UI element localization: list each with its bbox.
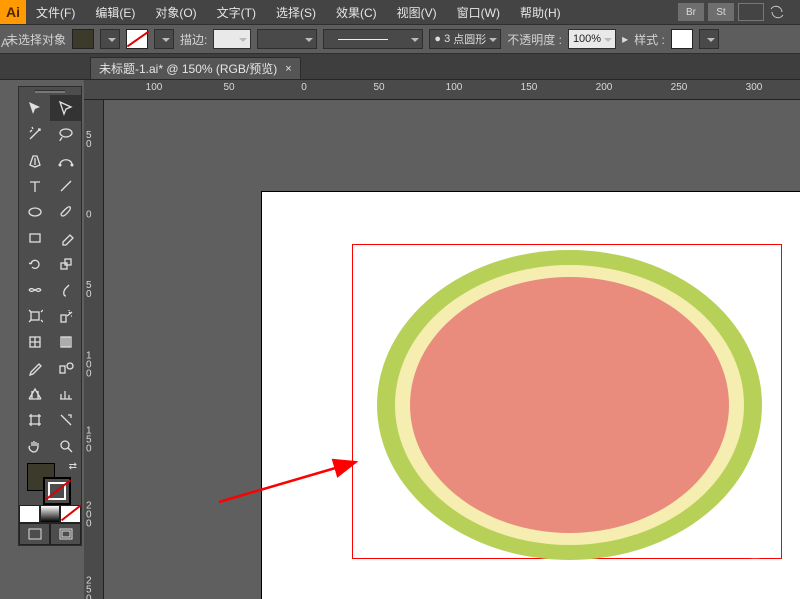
full-screen-icon[interactable] xyxy=(50,523,81,545)
normal-screen-icon[interactable] xyxy=(19,523,50,545)
left-edge-label: A xyxy=(1,36,9,50)
brush-profile[interactable]: ● 3 点圆形 xyxy=(429,29,501,49)
workspace: ⇄ 10050050100150200250300 5 005 01 0 01 … xyxy=(0,80,800,599)
warp-tool[interactable] xyxy=(50,277,81,303)
eraser-tool[interactable] xyxy=(50,225,81,251)
opacity-input[interactable]: 100% xyxy=(568,29,616,49)
rotate-tool[interactable] xyxy=(19,251,50,277)
column-graph-tool[interactable] xyxy=(50,381,81,407)
stock-badge[interactable]: St xyxy=(708,3,734,21)
style-dropdown[interactable] xyxy=(699,29,719,49)
pen-tool[interactable] xyxy=(19,147,50,173)
magic-wand-tool[interactable] xyxy=(19,121,50,147)
menu-object[interactable]: 对象(O) xyxy=(145,4,206,21)
perspective-grid-tool[interactable] xyxy=(19,381,50,407)
horizontal-ruler[interactable]: 10050050100150200250300 xyxy=(84,80,800,100)
brush-definition[interactable] xyxy=(323,29,423,49)
free-transform-tool[interactable] xyxy=(19,303,50,329)
color-mode-icon[interactable] xyxy=(19,505,40,523)
line-tool[interactable] xyxy=(50,173,81,199)
vertical-ruler[interactable]: 5 005 01 0 01 5 02 0 02 5 0 xyxy=(84,100,104,599)
hand-tool[interactable] xyxy=(19,433,50,459)
selection-status: 未选择对象 xyxy=(6,31,66,48)
artboard-tool[interactable] xyxy=(19,407,50,433)
menu-effect[interactable]: 效果(C) xyxy=(326,4,387,21)
none-mode-icon[interactable] xyxy=(60,505,81,523)
stroke-color-icon[interactable] xyxy=(43,477,71,505)
inner-ellipse[interactable] xyxy=(410,277,729,533)
panel-grip[interactable] xyxy=(19,87,81,95)
app-logo: Ai xyxy=(0,0,26,24)
style-swatch[interactable] xyxy=(671,29,693,49)
document-tab[interactable]: 未标题-1.ai* @ 150% (RGB/预览) × xyxy=(90,57,301,79)
stroke-swatch[interactable] xyxy=(126,29,148,49)
blend-tool[interactable] xyxy=(50,355,81,381)
bridge-badge[interactable]: Br xyxy=(678,3,704,21)
opacity-label: 不透明度 : xyxy=(507,31,562,48)
menu-edit[interactable]: 编辑(E) xyxy=(85,4,145,21)
lasso-tool[interactable] xyxy=(50,121,81,147)
curvature-tool[interactable] xyxy=(50,147,81,173)
gradient-tool[interactable] xyxy=(50,329,81,355)
sync-settings-icon[interactable] xyxy=(768,3,794,21)
rectangle-tool[interactable] xyxy=(19,225,50,251)
zoom-tool[interactable] xyxy=(50,433,81,459)
tools-panel: ⇄ xyxy=(18,86,82,546)
variable-width-profile[interactable] xyxy=(257,29,317,49)
direct-selection-tool[interactable] xyxy=(50,95,81,121)
stroke-dropdown[interactable] xyxy=(154,29,174,49)
menu-file[interactable]: 文件(F) xyxy=(26,4,85,21)
paintbrush-tool[interactable] xyxy=(50,199,81,225)
canvas[interactable] xyxy=(104,100,800,599)
fill-swatch[interactable] xyxy=(72,29,94,49)
menu-bar: Ai 文件(F) 编辑(E) 对象(O) 文字(T) 选择(S) 效果(C) 视… xyxy=(0,0,800,24)
symbol-sprayer-tool[interactable] xyxy=(50,303,81,329)
slice-tool[interactable] xyxy=(50,407,81,433)
stroke-weight-input[interactable] xyxy=(213,29,251,49)
document-tab-strip: 未标题-1.ai* @ 150% (RGB/预览) × xyxy=(0,54,800,80)
menu-type[interactable]: 文字(T) xyxy=(207,4,266,21)
arrange-documents-icon[interactable] xyxy=(738,3,764,21)
menu-help[interactable]: 帮助(H) xyxy=(510,4,571,21)
selection-tool[interactable] xyxy=(19,95,50,121)
width-tool[interactable] xyxy=(19,277,50,303)
style-label: 样式 : xyxy=(634,31,665,48)
document-tab-title: 未标题-1.ai* @ 150% (RGB/预览) xyxy=(99,60,277,77)
menu-window[interactable]: 窗口(W) xyxy=(447,4,510,21)
eyedropper-tool[interactable] xyxy=(19,355,50,381)
fill-stroke-control[interactable]: ⇄ xyxy=(19,459,83,505)
opacity-flyout-icon[interactable]: ▸ xyxy=(622,32,628,46)
ellipse-tool[interactable] xyxy=(19,199,50,225)
mesh-tool[interactable] xyxy=(19,329,50,355)
swap-fill-stroke-icon[interactable]: ⇄ xyxy=(69,461,77,472)
artboard xyxy=(262,192,800,599)
type-tool[interactable] xyxy=(19,173,50,199)
control-bar: 未选择对象 描边: ● 3 点圆形 不透明度 : 100% ▸ 样式 : xyxy=(0,24,800,54)
stroke-label: 描边: xyxy=(180,31,207,48)
fill-dropdown[interactable] xyxy=(100,29,120,49)
close-tab-icon[interactable]: × xyxy=(285,63,291,75)
menu-view[interactable]: 视图(V) xyxy=(387,4,447,21)
gradient-mode-icon[interactable] xyxy=(40,505,61,523)
menu-select[interactable]: 选择(S) xyxy=(266,4,326,21)
scale-tool[interactable] xyxy=(50,251,81,277)
